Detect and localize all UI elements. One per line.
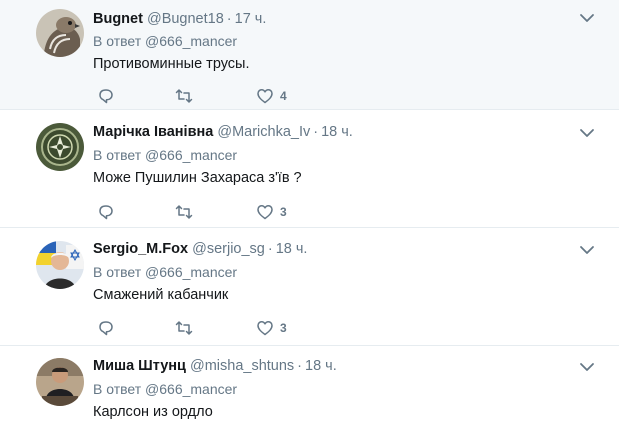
like-button[interactable]: 3 (256, 203, 287, 221)
avatar[interactable] (36, 9, 84, 57)
reply-context: В ответ @666_mancer (93, 264, 237, 280)
reply-button[interactable] (97, 87, 115, 105)
tweet-header: Sergio_M.Fox @serjio_sg · 18 ч. (93, 240, 307, 258)
tweet[interactable]: Bugnet @Bugnet18 · 17 ч. В ответ @666_manc… (0, 0, 619, 110)
tweet[interactable]: Марічка Іванівна @Marichka_Iv · 18 ч. В от… (0, 111, 619, 228)
like-icon (257, 321, 273, 336)
reply-mention[interactable]: @666_mancer (145, 33, 237, 49)
reply-button[interactable] (97, 203, 115, 221)
avatar[interactable] (36, 123, 84, 171)
tweet-header: Марічка Іванівна @Marichka_Iv · 18 ч. (93, 123, 353, 141)
timestamp[interactable]: 18 ч. (321, 124, 353, 140)
chevron-down-icon[interactable] (579, 242, 595, 258)
chevron-down-icon[interactable] (579, 125, 595, 141)
tweet-actions: 3 (93, 203, 313, 221)
tweet[interactable]: Миша Штунц @misha_shtuns · 18 ч. В ответ @… (0, 347, 619, 430)
separator-dot: · (267, 241, 273, 257)
tweet[interactable]: Sergio_M.Fox @serjio_sg · 18 ч. В ответ @6… (0, 229, 619, 346)
like-button[interactable]: 3 (256, 319, 287, 337)
like-count: 4 (280, 89, 287, 103)
avatar[interactable] (36, 241, 84, 289)
reply-feed: Bugnet @Bugnet18 · 17 ч. В ответ @666_manc… (0, 0, 619, 430)
user-handle[interactable]: @misha_shtuns (190, 358, 294, 374)
reply-mention[interactable]: @666_mancer (145, 264, 237, 280)
display-name[interactable]: Sergio_M.Fox (93, 241, 188, 257)
reply-mention[interactable]: @666_mancer (145, 381, 237, 397)
timestamp[interactable]: 17 ч. (235, 11, 267, 27)
reply-context: В ответ @666_mancer (93, 33, 237, 49)
tweet-text: Противоминные трусы. (93, 56, 250, 72)
like-button[interactable]: 4 (256, 87, 287, 105)
avatar[interactable] (36, 358, 84, 406)
reply-icon (99, 205, 113, 220)
reply-prefix: В ответ (93, 264, 142, 280)
separator-dot: · (226, 11, 232, 27)
like-icon (257, 89, 273, 104)
tweet-text: Може Пушилин Захараса з'їв ? (93, 170, 302, 186)
user-handle[interactable]: @Marichka_Iv (217, 124, 310, 140)
chevron-down-icon[interactable] (579, 359, 595, 375)
like-count: 3 (280, 205, 287, 219)
like-icon (257, 205, 273, 220)
retweet-icon (175, 89, 193, 103)
reply-button[interactable] (97, 319, 115, 337)
reply-context: В ответ @666_mancer (93, 147, 237, 163)
retweet-button[interactable] (175, 203, 193, 221)
reply-icon (99, 89, 113, 104)
retweet-icon (175, 205, 193, 219)
reply-prefix: В ответ (93, 147, 142, 163)
user-handle[interactable]: @Bugnet18 (147, 11, 224, 27)
tweet-header: Bugnet @Bugnet18 · 17 ч. (93, 10, 266, 28)
reply-context: В ответ @666_mancer (93, 381, 237, 397)
retweet-button[interactable] (175, 319, 193, 337)
tweet-text: Смажений кабанчик (93, 287, 229, 303)
tweet-actions: 3 (93, 319, 313, 337)
reply-prefix: В ответ (93, 381, 142, 397)
display-name[interactable]: Миша Штунц (93, 358, 186, 374)
reply-mention[interactable]: @666_mancer (145, 147, 237, 163)
timestamp[interactable]: 18 ч. (276, 241, 308, 257)
retweet-icon (175, 321, 193, 335)
tweet-text: Карлсон из ордло (93, 404, 213, 420)
like-count: 3 (280, 321, 287, 335)
display-name[interactable]: Bugnet (93, 11, 143, 27)
tweet-header: Миша Штунц @misha_shtuns · 18 ч. (93, 357, 337, 375)
separator-dot: · (297, 358, 303, 374)
chevron-down-icon[interactable] (579, 10, 595, 26)
retweet-button[interactable] (175, 87, 193, 105)
display-name[interactable]: Марічка Іванівна (93, 124, 213, 140)
timestamp[interactable]: 18 ч. (305, 358, 337, 374)
tweet-actions: 4 (93, 87, 313, 105)
user-handle[interactable]: @serjio_sg (192, 241, 265, 257)
separator-dot: · (313, 124, 319, 140)
reply-prefix: В ответ (93, 33, 142, 49)
reply-icon (99, 321, 113, 336)
